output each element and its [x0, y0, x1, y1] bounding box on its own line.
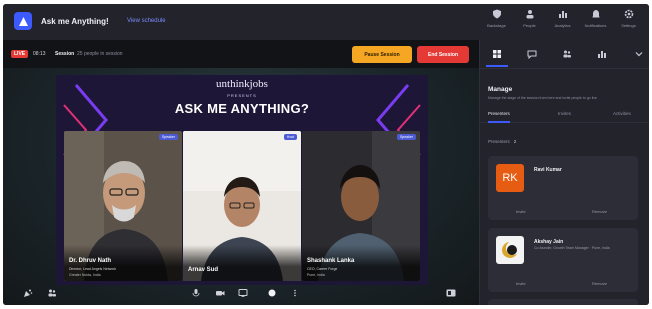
analytics-label: Analytics [554, 23, 571, 28]
presenter-card[interactable]: RK Ravi Kumar Invite Remove [488, 156, 638, 220]
notifications-label: Notifications [584, 23, 607, 28]
top-bar: Ask me Anything! View schedule Backstage… [3, 4, 649, 40]
app-logo-icon[interactable] [14, 12, 32, 30]
chart-icon [557, 8, 569, 20]
subtab-activities[interactable]: Activities [613, 111, 631, 116]
stage-title: ASK ME ANYTHING? [174, 101, 310, 116]
record-icon[interactable] [267, 288, 277, 298]
tab-polls[interactable] [595, 48, 609, 60]
remove-button[interactable]: Remove [592, 281, 607, 286]
view-schedule-link[interactable]: View schedule [127, 18, 166, 24]
speaker-role: Director, Lead Angels Network [69, 267, 117, 271]
people-grid-icon[interactable] [47, 288, 57, 298]
settings-label: Settings [621, 23, 636, 28]
poll-icon [598, 51, 606, 58]
speaker-location: Pune, India [307, 273, 325, 277]
header-actions: Backstage People Analytics Notifications… [480, 8, 645, 28]
moon-avatar-icon [502, 241, 520, 258]
settings-button[interactable]: Settings [612, 8, 645, 28]
subtab-invites[interactable]: Invites [558, 111, 571, 116]
presenters-count: 2 [513, 139, 517, 144]
chat-icon [527, 50, 537, 59]
remove-button[interactable]: Remove [592, 209, 607, 214]
speaker-role: CEO, Career Forge [307, 267, 338, 271]
microphone-icon[interactable] [191, 288, 201, 298]
presenter-name: Ravi Kumar [534, 167, 562, 173]
presenter-description: Co-founder, Growth Team Manager · Pune, … [534, 246, 610, 250]
live-badge: LIVE [11, 50, 29, 58]
panel-description: Manage the stage of the session from her… [488, 96, 597, 100]
speaker-name: Dr. Dhruv Nath [69, 258, 112, 264]
presenters-header: Presenters 2 [488, 139, 516, 144]
avatar [496, 236, 524, 264]
pause-session-button[interactable]: Pause Session [352, 46, 412, 63]
screen-share-icon[interactable] [238, 288, 248, 298]
caption-gradient [183, 245, 301, 281]
speaker-name: Shashank Lanka [307, 258, 355, 264]
speaker-tile[interactable]: Speaker Dr. Dhruv Nath Director, Lead An… [64, 131, 182, 281]
notifications-button[interactable]: Notifications [579, 8, 612, 28]
people-label: People [523, 23, 536, 28]
reactions-icon[interactable] [23, 288, 33, 298]
speaker-tile[interactable]: Speaker Shashank Lanka CEO, Career Forge… [302, 131, 420, 281]
bell-icon [590, 8, 602, 20]
backstage-button[interactable]: Backstage [480, 8, 513, 28]
gear-icon [623, 8, 635, 20]
speaker-location: Greater Noida, India [69, 273, 101, 277]
subtab-presenters[interactable]: Presenters [488, 111, 510, 123]
people-count: 25 people in session [77, 51, 123, 57]
people-button[interactable]: People [513, 8, 546, 28]
speaker-tag: Speaker [396, 134, 416, 140]
invite-button[interactable]: Invite [516, 281, 526, 286]
presenter-name: Akshay Jain [534, 239, 564, 245]
speaker-tag: Speaker [158, 134, 178, 140]
stage-grid-icon [493, 50, 501, 58]
presents-text: PRESENTS [227, 93, 257, 98]
speaker-name: Arnav Sud [188, 267, 219, 273]
side-panel: Manage Manage the stage of the session f… [479, 40, 649, 305]
shield-icon [491, 8, 503, 20]
backstage-label: Backstage [487, 23, 506, 28]
panel-subtabs: Presenters Invites Activities [480, 108, 649, 123]
avatar-initials: RK [502, 172, 518, 184]
people-icon [563, 50, 571, 58]
more-options-icon[interactable] [290, 288, 300, 298]
panel-tabs [480, 40, 649, 69]
end-session-button[interactable]: End Session [417, 46, 469, 63]
stage-video: unthinkjobs PRESENTS ASK ME ANYTHING? Sp… [56, 75, 428, 285]
brand-logo: unthinkjobs [216, 78, 268, 90]
people-icon [524, 8, 536, 20]
layout-icon[interactable] [446, 288, 456, 298]
camera-icon[interactable] [215, 288, 225, 298]
session-bar: LIVE 08:13 Session 25 people in session … [3, 40, 479, 68]
invite-button[interactable]: Invite [516, 209, 526, 214]
app-window: Ask me Anything! View schedule Backstage… [3, 4, 649, 305]
presenter-card[interactable] [488, 299, 638, 305]
presenter-card[interactable]: Akshay Jain Co-founder, Growth Team Mana… [488, 228, 638, 292]
page-title: Ask me Anything! [41, 17, 109, 26]
tab-more[interactable] [632, 48, 646, 60]
tab-chat[interactable] [525, 48, 539, 60]
analytics-button[interactable]: Analytics [546, 8, 579, 28]
session-timer: 08:13 [33, 51, 46, 57]
avatar: RK [496, 164, 524, 192]
tab-stage[interactable] [486, 48, 508, 67]
bottom-controls [3, 283, 479, 305]
presenters-label: Presenters [488, 139, 510, 144]
panel-heading: Manage [488, 86, 513, 93]
host-tag: Host [283, 134, 297, 140]
tab-people[interactable] [560, 48, 574, 60]
session-label: Session [55, 51, 75, 57]
chevron-down-icon [635, 52, 643, 57]
stage-area: LIVE 08:13 Session 25 people in session … [3, 40, 479, 305]
speaker-tile[interactable]: Host Arnav Sud [183, 131, 301, 281]
